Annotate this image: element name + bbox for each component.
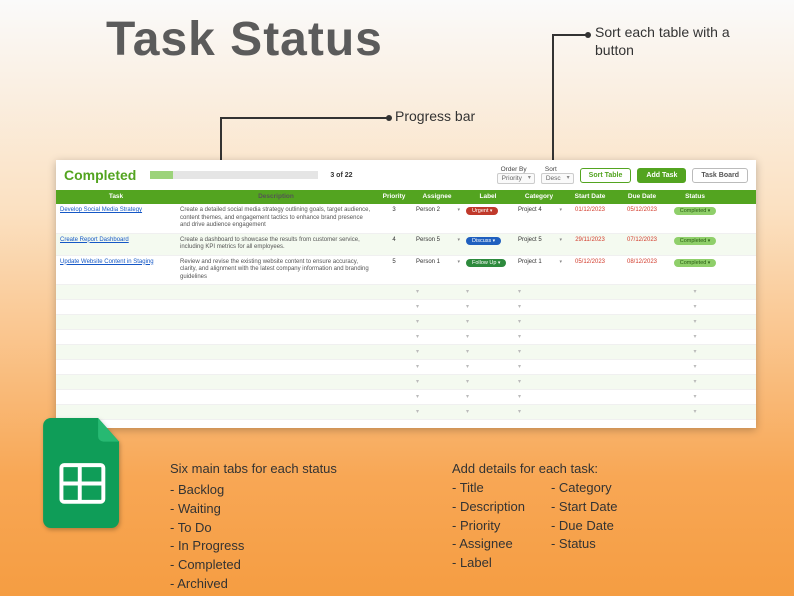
task-description: Create a dashboard to showcase the resul… xyxy=(176,234,376,255)
task-status[interactable]: Completed xyxy=(668,204,722,233)
task-start-date[interactable]: 29/11/2023 xyxy=(564,234,616,255)
col-start-date: Start Date xyxy=(564,190,616,204)
task-label[interactable]: Follow Up xyxy=(462,256,514,285)
task-assignee[interactable]: Person 5 xyxy=(412,234,462,255)
col-assignee: Assignee xyxy=(412,190,462,204)
task-description: Review and revise the existing website c… xyxy=(176,256,376,285)
detail-item: - Start Date xyxy=(551,498,617,517)
task-category[interactable]: Project 4 xyxy=(514,204,564,233)
table-row-empty[interactable]: ▾▾▾▾ xyxy=(56,390,756,405)
callout-line xyxy=(552,34,554,168)
detail-item: - Label xyxy=(452,554,525,573)
tab-list-item: - Archived xyxy=(170,575,337,594)
sheet-toolbar: Completed 3 of 22 Order By Priority Sort… xyxy=(56,160,756,190)
detail-item: - Category xyxy=(551,479,617,498)
detail-item: - Status xyxy=(551,535,617,554)
table-header-row: Task Description Priority Assignee Label… xyxy=(56,190,756,204)
task-priority[interactable]: 5 xyxy=(376,256,412,285)
table-row-empty[interactable]: ▾▾▾▾ xyxy=(56,345,756,360)
table-row[interactable]: Update Website Content in Staging Review … xyxy=(56,256,756,286)
details-header: Add details for each task: xyxy=(452,460,617,479)
callout-line xyxy=(220,117,388,119)
detail-item: - Assignee xyxy=(452,535,525,554)
task-category[interactable]: Project 5 xyxy=(514,234,564,255)
detail-item: - Due Date xyxy=(551,517,617,536)
progress-bar xyxy=(150,171,318,179)
tab-list-item: - Waiting xyxy=(170,500,337,519)
table-row-empty[interactable]: ▾▾▾▾ xyxy=(56,315,756,330)
order-by-label: Order By xyxy=(501,166,535,173)
task-priority[interactable]: 4 xyxy=(376,234,412,255)
callout-line xyxy=(552,34,587,36)
task-category[interactable]: Project 1 xyxy=(514,256,564,285)
page-title: Task Status xyxy=(106,12,383,67)
progress-bar-fill xyxy=(150,171,173,179)
order-by-select[interactable]: Priority xyxy=(497,173,535,184)
task-status[interactable]: Completed xyxy=(668,234,722,255)
tabs-header: Six main tabs for each status xyxy=(170,460,337,479)
task-link[interactable]: Update Website Content in Staging xyxy=(60,259,154,265)
tab-list-item: - Backlog xyxy=(170,481,337,500)
task-link[interactable]: Develop Social Media Strategy xyxy=(60,207,142,213)
table-row[interactable]: Develop Social Media Strategy Create a de… xyxy=(56,204,756,234)
sort-dir-label: Sort xyxy=(545,166,574,173)
col-category: Category xyxy=(514,190,564,204)
task-status[interactable]: Completed xyxy=(668,256,722,285)
sort-table-button[interactable]: Sort Table xyxy=(580,168,632,183)
table-row-empty[interactable]: ▾▾▾▾ xyxy=(56,285,756,300)
table-row-empty[interactable]: ▾▾▾▾ xyxy=(56,330,756,345)
sheet-title: Completed xyxy=(64,167,136,183)
table-row-empty[interactable]: ▾▾▾▾ xyxy=(56,360,756,375)
col-label: Label xyxy=(462,190,514,204)
callout-sort: Sort each table with a button xyxy=(595,24,735,59)
spreadsheet-panel: Completed 3 of 22 Order By Priority Sort… xyxy=(56,160,756,428)
task-board-button[interactable]: Task Board xyxy=(692,168,748,183)
task-description: Create a detailed social media strategy … xyxy=(176,204,376,233)
col-priority: Priority xyxy=(376,190,412,204)
col-task: Task xyxy=(56,190,176,204)
col-description: Description xyxy=(176,190,376,204)
tab-list-item: - In Progress xyxy=(170,537,337,556)
detail-item: - Description xyxy=(452,498,525,517)
col-status: Status xyxy=(668,190,722,204)
task-assignee[interactable]: Person 1 xyxy=(412,256,462,285)
detail-item: - Title xyxy=(452,479,525,498)
table-row-empty[interactable]: ▾▾▾▾ xyxy=(56,375,756,390)
task-assignee[interactable]: Person 2 xyxy=(412,204,462,233)
callout-progress: Progress bar xyxy=(395,108,475,124)
table-row-empty[interactable]: ▾▾▾▾ xyxy=(56,300,756,315)
google-sheets-icon xyxy=(42,418,128,528)
table-row-empty[interactable]: ▾▾▾▾ xyxy=(56,405,756,420)
task-start-date[interactable]: 05/12/2023 xyxy=(564,256,616,285)
col-due-date: Due Date xyxy=(616,190,668,204)
task-due-date[interactable]: 05/12/2023 xyxy=(616,204,668,233)
tab-list-item: - To Do xyxy=(170,519,337,538)
table-row[interactable]: Create Report Dashboard Create a dashboar… xyxy=(56,234,756,256)
task-due-date[interactable]: 08/12/2023 xyxy=(616,256,668,285)
tabs-description: Six main tabs for each status - Backlog-… xyxy=(170,460,337,594)
sort-dir-select[interactable]: Desc xyxy=(541,173,574,184)
add-task-button[interactable]: Add Task xyxy=(637,168,686,183)
task-link[interactable]: Create Report Dashboard xyxy=(60,237,129,243)
details-description: Add details for each task: - Title- Desc… xyxy=(452,460,617,573)
task-start-date[interactable]: 01/12/2023 xyxy=(564,204,616,233)
task-due-date[interactable]: 07/12/2023 xyxy=(616,234,668,255)
table-body: Develop Social Media Strategy Create a de… xyxy=(56,204,756,420)
task-label[interactable]: Urgent xyxy=(462,204,514,233)
tab-list-item: - Completed xyxy=(170,556,337,575)
task-priority[interactable]: 3 xyxy=(376,204,412,233)
detail-item: - Priority xyxy=(452,517,525,536)
progress-label: 3 of 22 xyxy=(330,172,352,179)
task-label[interactable]: Discuss xyxy=(462,234,514,255)
